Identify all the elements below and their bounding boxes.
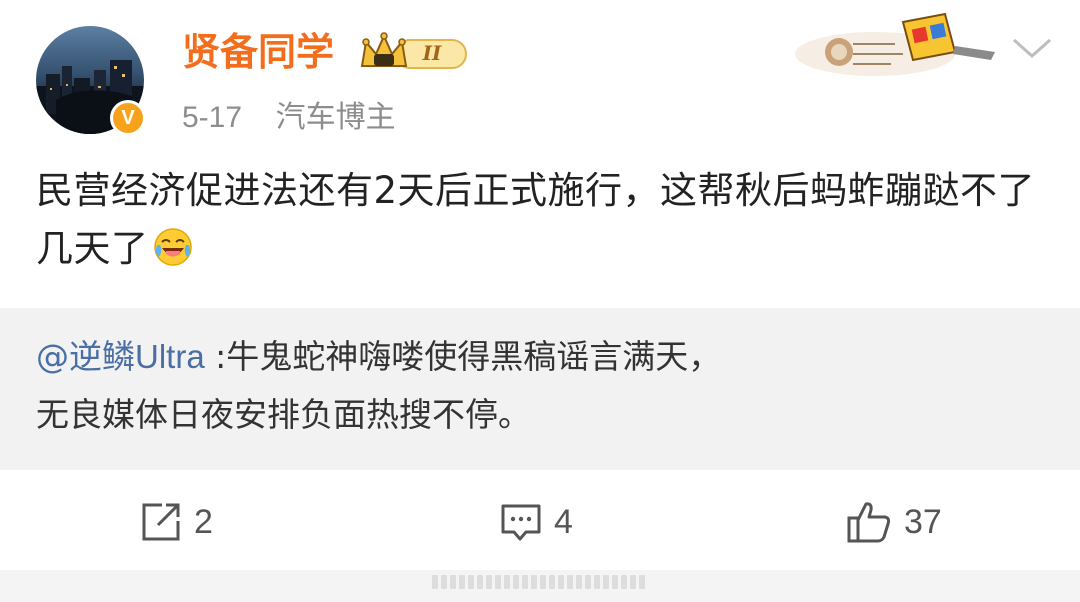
mention-suffix: Ultra <box>135 338 205 375</box>
weibo-post-card: V 贤备同学 II 5-17 汽车博主 民营经济促进法还有2天后正式施行，这帮秋… <box>0 0 1080 602</box>
vip-crown-icon[interactable]: II <box>358 32 470 74</box>
card-decoration-image <box>795 6 1005 78</box>
verified-badge: V <box>110 100 146 136</box>
repost-box[interactable]: @逆鳞Ultra :牛鬼蛇神嗨喽使得黑稿谣言满天， 无良媒体日夜安排负面热搜不停… <box>0 308 1080 470</box>
user-role: 汽车博主 <box>275 100 396 135</box>
share-button[interactable]: 2 <box>140 500 213 544</box>
comment-icon <box>501 504 541 541</box>
comment-count: 4 <box>554 502 573 541</box>
post-text: 民营经济促进法还有2天后正式施行，这帮秋后蚂蚱蹦跶不了几天了 <box>36 162 1046 278</box>
post-meta: 5-17 汽车博主 <box>182 96 396 140</box>
share-icon <box>142 503 180 541</box>
thumbs-up-icon <box>847 502 891 543</box>
scroll-indicator <box>432 575 648 589</box>
repost-line-2: 无良媒体日夜安排负面热搜不停。 <box>36 395 531 434</box>
repost-line-1: :牛鬼蛇神嗨喽使得黑稿谣言满天， <box>204 337 722 376</box>
mention-name: @逆鳞 <box>36 337 135 376</box>
laugh-cry-icon <box>153 226 193 266</box>
chevron-down-icon[interactable] <box>1010 34 1054 64</box>
vip-level-text: II <box>422 41 442 65</box>
like-button[interactable]: 37 <box>846 500 942 544</box>
username[interactable]: 贤备同学 <box>182 26 334 78</box>
like-count: 37 <box>904 502 942 541</box>
share-count: 2 <box>194 502 213 541</box>
action-bar: 2 4 37 <box>0 470 1080 570</box>
repost-mention[interactable]: @逆鳞Ultra <box>36 337 205 376</box>
post-date: 5-17 <box>182 101 243 134</box>
repost-text: @逆鳞Ultra :牛鬼蛇神嗨喽使得黑稿谣言满天， 无良媒体日夜安排负面热搜不停… <box>36 328 1046 444</box>
comment-button[interactable]: 4 <box>500 500 573 544</box>
